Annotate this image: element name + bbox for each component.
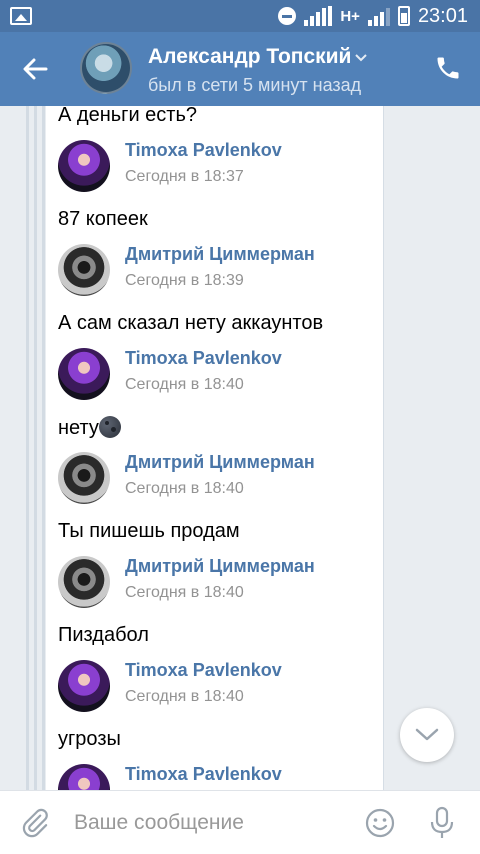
message-list[interactable]: А деньги есть? Timoxa Pavlenkov Сегодня … xyxy=(0,106,480,790)
attach-button[interactable] xyxy=(22,807,54,839)
message-time: Сегодня в 18:40 xyxy=(125,584,244,601)
sender-name[interactable]: Timoxa Pavlenkov xyxy=(125,140,282,161)
avatar[interactable] xyxy=(58,452,110,504)
message-sender: Timoxa Pavlenkov Сегодня в 18:40 xyxy=(58,660,378,714)
avatar[interactable] xyxy=(80,42,132,94)
message-sender: Timoxa Pavlenkov xyxy=(58,764,378,790)
network-type: H+ xyxy=(340,7,360,25)
message-text: нету xyxy=(58,416,121,440)
arrow-left-icon xyxy=(23,58,48,80)
message-text-content: нету xyxy=(58,417,99,439)
message-text: 87 копеек xyxy=(58,208,148,230)
avatar[interactable] xyxy=(58,244,110,296)
sender-name[interactable]: Дмитрий Циммерман xyxy=(125,244,315,265)
avatar[interactable] xyxy=(58,140,110,192)
do-not-disturb-icon xyxy=(278,7,297,25)
message-composer xyxy=(0,790,480,854)
signal-icon-secondary xyxy=(367,6,390,26)
chat-header: Александр Топский был в сети 5 минут наз… xyxy=(0,32,480,106)
avatar[interactable] xyxy=(58,556,110,608)
avatar[interactable] xyxy=(58,348,110,400)
message-time: Сегодня в 18:37 xyxy=(125,168,244,185)
message-sender: Timoxa Pavlenkov Сегодня в 18:37 xyxy=(58,140,378,194)
avatar[interactable] xyxy=(58,660,110,712)
microphone-icon xyxy=(430,806,454,838)
status-bar-right: H+ 23:01 xyxy=(278,0,468,32)
clock: 23:01 xyxy=(417,4,468,27)
sender-name[interactable]: Timoxa Pavlenkov xyxy=(125,348,282,369)
message-sender: Дмитрий Циммерман Сегодня в 18:39 xyxy=(58,244,378,298)
message-sender: Дмитрий Циммерман Сегодня в 18:40 xyxy=(58,452,378,506)
message-text: А деньги есть? xyxy=(58,106,198,126)
scroll-down-button[interactable] xyxy=(400,708,454,762)
sender-name[interactable]: Дмитрий Циммерман xyxy=(125,452,315,473)
chevron-down-icon xyxy=(415,728,439,741)
sender-name[interactable]: Timoxa Pavlenkov xyxy=(125,764,282,785)
forward-quote-lines xyxy=(26,106,46,790)
sender-name[interactable]: Дмитрий Циммерман xyxy=(125,556,315,577)
message-time: Сегодня в 18:39 xyxy=(125,272,244,289)
contact-status: был в сети 5 минут назад xyxy=(148,75,362,95)
signal-icon xyxy=(304,6,333,26)
message-time: Сегодня в 18:40 xyxy=(125,480,244,497)
paperclip-icon xyxy=(22,808,48,838)
message-text: Ты пишешь продам xyxy=(58,520,240,542)
phone-icon xyxy=(437,57,459,79)
message-text: А сам сказал нету аккаунтов xyxy=(58,312,324,334)
message-text: угрозы xyxy=(58,728,121,750)
status-bar: H+ 23:01 xyxy=(0,0,480,32)
sticker-button[interactable] xyxy=(364,807,396,839)
call-button[interactable] xyxy=(434,54,464,84)
chevron-down-icon[interactable] xyxy=(354,47,368,68)
message-sender: Timoxa Pavlenkov Сегодня в 18:40 xyxy=(58,348,378,402)
new-moon-face-emoji-icon xyxy=(98,416,121,438)
message-time: Сегодня в 18:40 xyxy=(125,688,244,705)
sender-name[interactable]: Timoxa Pavlenkov xyxy=(125,660,282,681)
image-icon xyxy=(10,7,32,25)
message-input[interactable] xyxy=(74,805,354,841)
message-text: Пиздабол xyxy=(58,624,149,646)
message-time: Сегодня в 18:40 xyxy=(125,376,244,393)
battery-icon xyxy=(397,6,410,26)
contact-name[interactable]: Александр Топский xyxy=(148,45,351,69)
smiley-icon xyxy=(365,808,395,838)
back-button[interactable] xyxy=(18,54,52,84)
avatar[interactable] xyxy=(58,764,110,790)
message-sender: Дмитрий Циммерман Сегодня в 18:40 xyxy=(58,556,378,610)
voice-message-button[interactable] xyxy=(426,805,458,841)
